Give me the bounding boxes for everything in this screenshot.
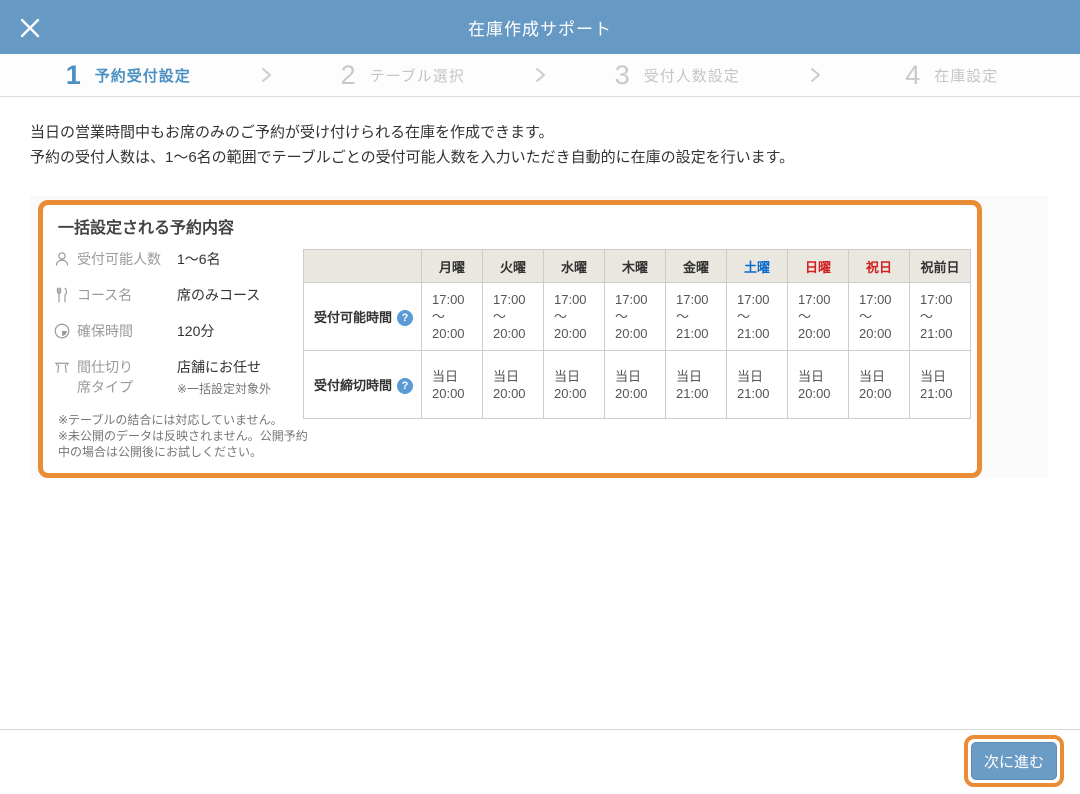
time-cell: 当日 21:00	[665, 350, 727, 419]
info-value-note: ※一括設定対象外	[177, 382, 272, 396]
info-label: 確保時間	[77, 323, 133, 339]
chevron-right-icon	[257, 66, 275, 84]
table-row-available-time: 受付可能時間? 17:00 〜 20:00 17:00 〜 20:00 17:0…	[303, 282, 971, 351]
step-label: テーブル選択	[369, 67, 465, 85]
time-cell: 17:00 〜 21:00	[909, 282, 971, 351]
time-cell: 17:00 〜 20:00	[421, 282, 483, 351]
time-cell: 当日 20:00	[543, 350, 605, 419]
time-cell: 17:00 〜 20:00	[848, 282, 910, 351]
header-cell-friday: 金曜	[665, 249, 727, 283]
step-capacity-settings: 3 受付人数設定	[549, 59, 806, 90]
step-label: 予約受付設定	[94, 67, 191, 85]
header-cell-blank	[303, 249, 422, 283]
time-cell: 当日 20:00	[421, 350, 483, 419]
table-row-deadline-time: 受付締切時間? 当日 20:00 当日 20:00 当日 20:00 当日 20…	[303, 350, 971, 419]
time-cell: 当日 20:00	[604, 350, 666, 419]
next-button[interactable]: 次に進む	[971, 742, 1057, 780]
footnote-line: ※未公開のデータは反映されません。公開予約中の場合は公開後にお試しください。	[58, 429, 308, 459]
header-cell-holiday: 祝日	[848, 249, 910, 283]
cutlery-icon	[53, 285, 77, 309]
description-line: 予約の受付人数は、1〜6名の範囲でテーブルごとの受付可能人数を入力いただき自動的…	[30, 149, 795, 166]
panel-footnotes: ※テーブルの結合には対応していません。 ※未公開のデータは反映されません。公開予…	[58, 412, 308, 460]
time-cell: 17:00 〜 20:00	[787, 282, 849, 351]
footer-divider	[0, 729, 1080, 730]
info-row-course: コース名 席のみコース	[53, 285, 260, 309]
header-cell-monday: 月曜	[421, 249, 483, 283]
help-icon[interactable]: ?	[397, 310, 414, 327]
table-header-row: 月曜 火曜 水曜 木曜 金曜 土曜 日曜 祝日 祝前日	[303, 249, 971, 283]
info-value: 120分	[177, 323, 215, 339]
header-cell-sunday: 日曜	[787, 249, 849, 283]
page-description: 当日の営業時間中もお席のみのご予約が受け付けられる在庫を作成できます。 予約の受…	[30, 120, 794, 170]
time-cell: 17:00 〜 20:00	[482, 282, 544, 351]
schedule-table: 月曜 火曜 水曜 木曜 金曜 土曜 日曜 祝日 祝前日 受付可能時間? 17:0…	[303, 249, 971, 419]
time-cell: 当日 20:00	[787, 350, 849, 419]
info-row-duration: 確保時間 120分	[53, 321, 214, 345]
step-label: 受付人数設定	[643, 67, 740, 85]
header-cell-pre-holiday: 祝前日	[909, 249, 971, 283]
step-number: 2	[340, 59, 356, 90]
step-inventory-settings: 4 在庫設定	[824, 59, 1080, 90]
time-cell: 当日 21:00	[726, 350, 788, 419]
step-number: 4	[905, 59, 921, 90]
info-value: 1〜6名	[177, 251, 221, 267]
time-cell: 当日 20:00	[848, 350, 910, 419]
step-number: 1	[65, 59, 81, 90]
modal-header: 在庫作成サポート	[0, 0, 1080, 54]
help-icon[interactable]: ?	[397, 378, 414, 395]
time-cell: 17:00 〜 20:00	[604, 282, 666, 351]
row-label: 受付可能時間	[314, 309, 393, 325]
info-value: 店舗にお任せ	[177, 359, 261, 375]
batch-settings-panel: 一括設定される予約内容 受付可能人数 1〜6名 コース名 席のみコース 確保時間…	[38, 200, 982, 478]
header-cell-wednesday: 水曜	[543, 249, 605, 283]
inventory-support-modal: 在庫作成サポート 1 予約受付設定 2 テーブル選択 3 受付人数設定 4 在庫…	[0, 0, 1080, 794]
description-line: 当日の営業時間中もお席のみのご予約が受け付けられる在庫を作成できます。	[30, 124, 554, 141]
stepper: 1 予約受付設定 2 テーブル選択 3 受付人数設定 4 在庫設定	[0, 54, 1080, 97]
time-cell: 当日 20:00	[482, 350, 544, 419]
step-reservation-settings: 1 予約受付設定	[0, 59, 257, 90]
close-button[interactable]	[16, 14, 44, 42]
header-cell-saturday: 土曜	[726, 249, 788, 283]
header-cell-tuesday: 火曜	[482, 249, 544, 283]
time-cell: 当日 21:00	[909, 350, 971, 419]
footnote-line: ※テーブルの結合には対応していません。	[58, 413, 283, 427]
step-table-select: 2 テーブル選択	[275, 59, 532, 90]
time-cell: 17:00 〜 21:00	[726, 282, 788, 351]
info-value: 席のみコース	[177, 287, 261, 303]
next-button-highlight: 次に進む	[964, 735, 1064, 787]
chevron-right-icon	[806, 66, 824, 84]
table-icon	[53, 357, 77, 381]
step-number: 3	[614, 59, 630, 90]
time-cell: 17:00 〜 21:00	[665, 282, 727, 351]
info-label: 間仕切り 席タイプ	[77, 359, 133, 395]
panel-title: 一括設定される予約内容	[58, 220, 235, 237]
clock-icon	[53, 321, 77, 345]
row-label-cell: 受付可能時間?	[303, 282, 422, 351]
info-label: コース名	[77, 287, 133, 303]
info-row-seat-type: 間仕切り 席タイプ 店舗にお任せ ※一括設定対象外	[53, 357, 271, 399]
modal-title: 在庫作成サポート	[468, 19, 612, 39]
close-icon	[20, 18, 40, 38]
info-row-capacity: 受付可能人数 1〜6名	[53, 249, 221, 273]
info-label: 受付可能人数	[77, 251, 161, 267]
time-cell: 17:00 〜 20:00	[543, 282, 605, 351]
header-cell-thursday: 木曜	[604, 249, 666, 283]
person-icon	[53, 249, 77, 273]
row-label: 受付締切時間	[314, 377, 393, 393]
row-label-cell: 受付締切時間?	[303, 350, 422, 419]
chevron-right-icon	[531, 66, 549, 84]
step-label: 在庫設定	[934, 67, 999, 85]
